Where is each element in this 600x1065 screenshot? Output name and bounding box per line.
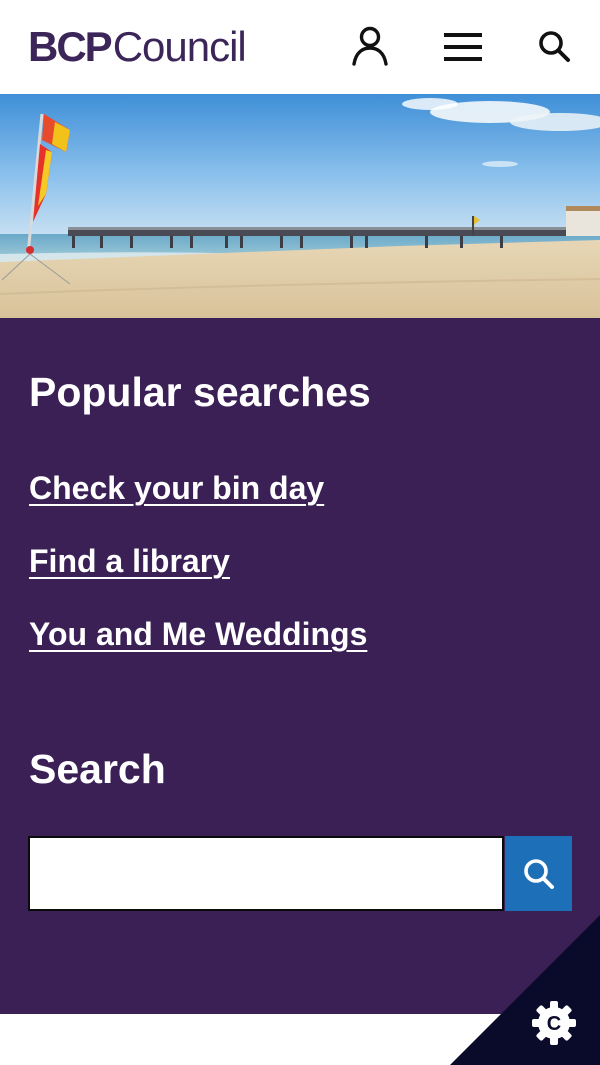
logo-bcp-text: BCP xyxy=(28,23,113,70)
search-submit-button[interactable] xyxy=(505,836,572,911)
hamburger-menu-icon xyxy=(444,33,482,61)
cookie-settings-button[interactable]: C xyxy=(450,915,600,1065)
page: BCPCouncil Popular searches Check your b… xyxy=(0,0,600,1065)
search-icon xyxy=(539,31,570,62)
beach-pier-image xyxy=(0,94,600,318)
menu-button[interactable] xyxy=(438,22,488,72)
header-search-button[interactable] xyxy=(530,22,580,72)
list-item: You and Me Weddings xyxy=(29,614,367,687)
check-bin-day-link[interactable]: Check your bin day xyxy=(29,470,324,506)
hero-image xyxy=(0,94,600,318)
search-heading: Search xyxy=(29,746,166,792)
weddings-link[interactable]: You and Me Weddings xyxy=(29,616,367,652)
bcp-council-logo[interactable]: BCPCouncil xyxy=(28,23,247,70)
search-icon xyxy=(523,858,554,889)
person-icon xyxy=(352,26,388,66)
list-item: Check your bin day xyxy=(29,468,367,541)
cookie-badge-letter: C xyxy=(547,1013,561,1035)
content-panel: Popular searches Check your bin day Find… xyxy=(0,318,600,1014)
account-button[interactable] xyxy=(345,22,395,72)
search-input[interactable] xyxy=(28,836,504,911)
list-item: Find a library xyxy=(29,541,367,614)
popular-searches-list: Check your bin day Find a library You an… xyxy=(29,468,367,687)
logo-council-text: Council xyxy=(112,23,247,70)
site-header: BCPCouncil xyxy=(0,0,600,94)
find-library-link[interactable]: Find a library xyxy=(29,543,230,579)
popular-searches-heading: Popular searches xyxy=(29,369,371,415)
search-form xyxy=(28,836,572,911)
cookie-settings-icon: C xyxy=(532,1001,576,1045)
